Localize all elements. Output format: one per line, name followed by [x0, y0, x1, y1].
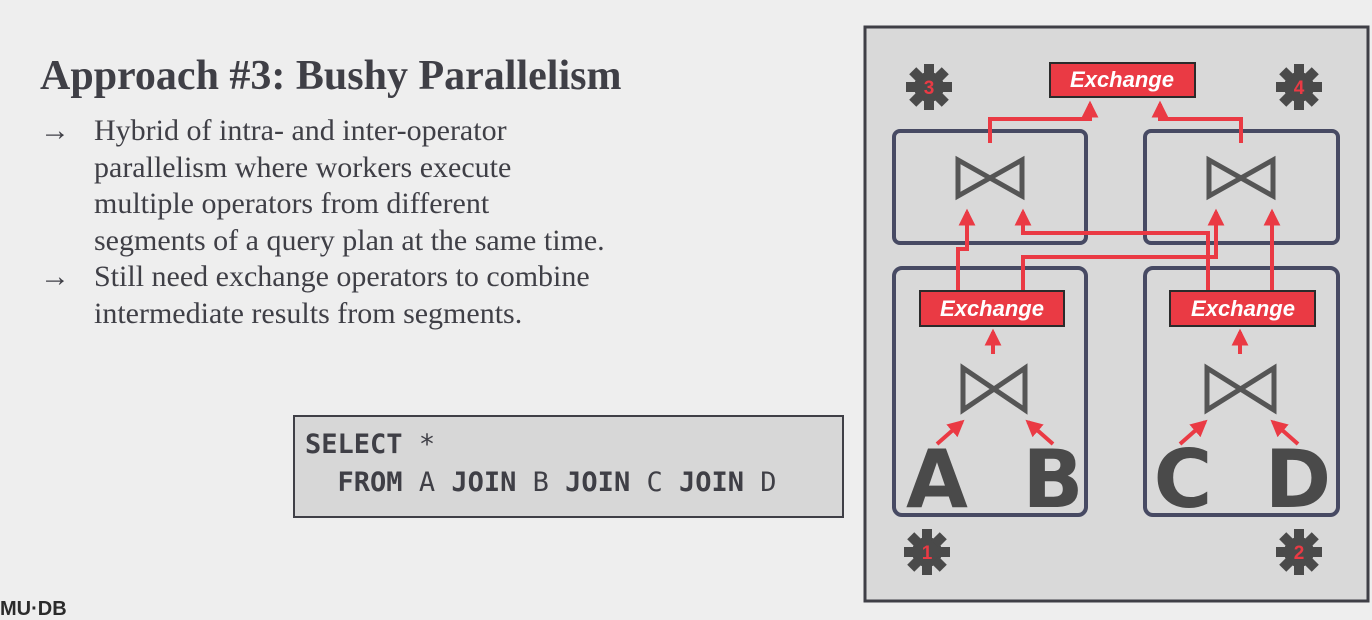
worker-4-gear-icon: 4 [1276, 64, 1322, 110]
bushy-parallelism-diagram: Exchange Exchange Exchange A B C D 3 4 1… [863, 25, 1370, 603]
worker-1-gear-icon: 1 [904, 529, 950, 575]
table-d-label: D [1265, 433, 1331, 526]
table-b-label: B [1023, 433, 1084, 526]
worker-number: 1 [922, 543, 933, 564]
worker-number: 2 [1294, 543, 1305, 564]
exchange-left: Exchange [919, 290, 1065, 327]
worker-number: 4 [1294, 78, 1305, 99]
worker-3-gear-icon: 3 [906, 64, 952, 110]
table-c-label: C [1154, 433, 1213, 526]
worker-number: 3 [924, 78, 935, 99]
exchange-right: Exchange [1169, 290, 1316, 327]
exchange-label: Exchange [1191, 296, 1295, 321]
exchange-label: Exchange [1070, 67, 1174, 92]
exchange-label: Exchange [940, 296, 1044, 321]
worker-2-gear-icon: 2 [1276, 529, 1322, 575]
table-a-label: A [906, 433, 968, 526]
exchange-top: Exchange [1049, 62, 1196, 98]
